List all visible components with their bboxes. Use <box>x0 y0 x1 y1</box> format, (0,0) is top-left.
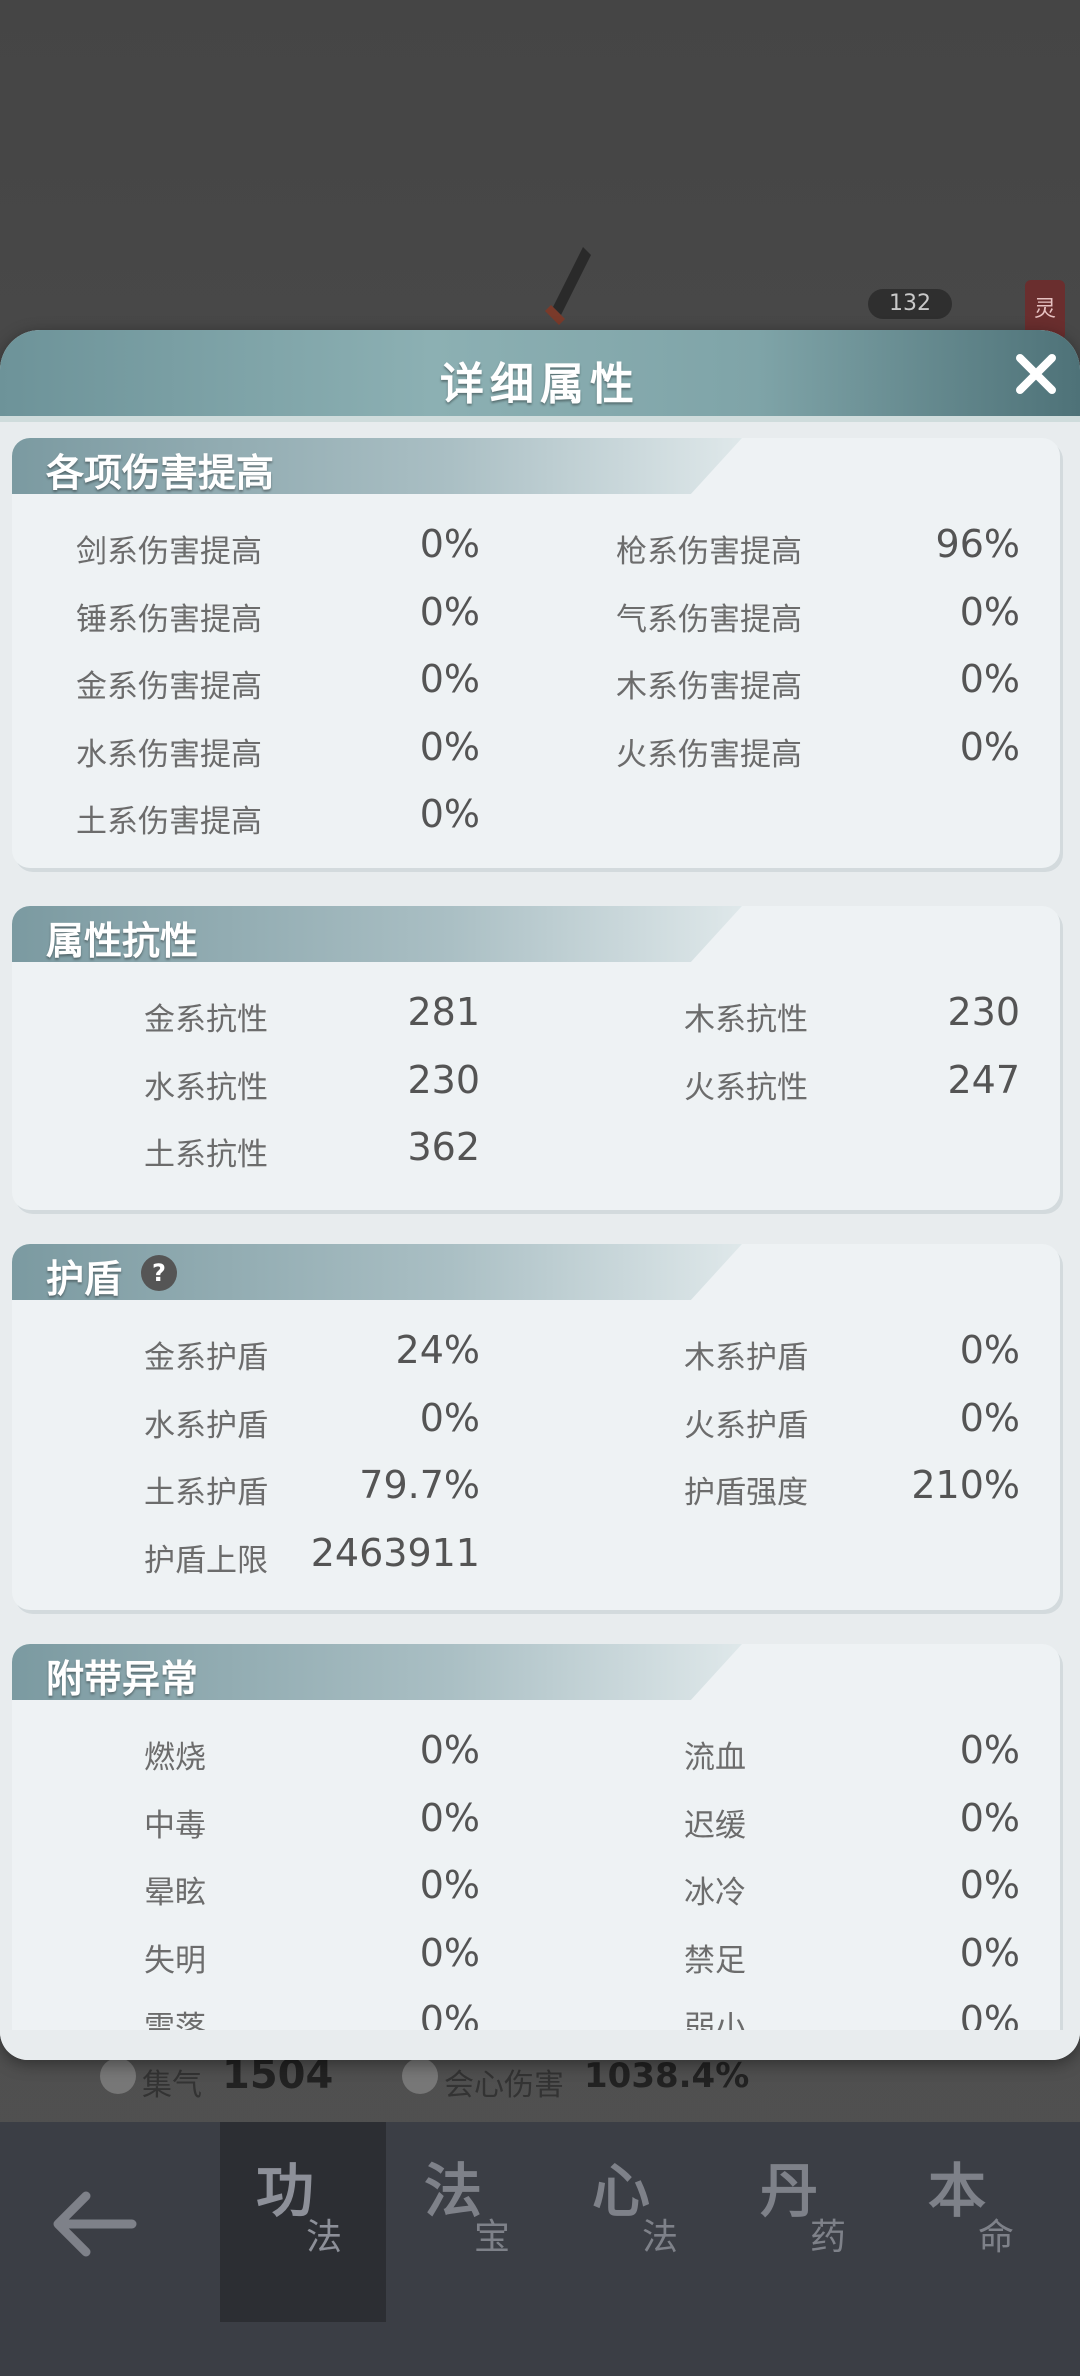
svg-text:?: ? <box>152 1259 166 1287</box>
close-icon[interactable] <box>1012 350 1060 398</box>
attr-label-left: 雷落 <box>144 2010 206 2030</box>
bottom-nav: 功法法宝心法丹药本命 <box>0 2122 1080 2376</box>
attr-label-right: 弱小 <box>684 2010 746 2030</box>
attr-value-left: 0% <box>419 792 480 836</box>
nav-tab-sub-char: 命 <box>978 2217 1015 2258</box>
shield-section: 护盾? 金系护盾 24% 木系护盾 0% 水系护盾 0% 火系护盾 0% 土系护盾 79.7% 护盾强… <box>12 1244 1060 1610</box>
attr-value-right: 96% <box>935 522 1020 566</box>
attr-value-right: 0% <box>959 1795 1020 1840</box>
attr-value-right: 0% <box>959 1863 1020 1907</box>
attr-label-left: 燃烧 <box>144 1740 206 1776</box>
nav-tab-sub-char: 药 <box>810 2217 847 2258</box>
attr-label-left: 锤系伤害提高 <box>76 601 262 638</box>
attr-value-left: 230 <box>407 1057 480 1102</box>
attr-label-left: 水系抗性 <box>144 1069 268 1106</box>
section-title: 护盾 <box>46 1257 123 1301</box>
qi-icon <box>100 2058 136 2094</box>
nav-tab-2[interactable]: 心法 <box>556 2122 722 2322</box>
help-icon[interactable]: ? <box>140 1254 178 1292</box>
attr-label-right: 火系伤害提高 <box>616 736 802 773</box>
attr-label-left: 土系护盾 <box>144 1475 268 1511</box>
attr-value-right: 0% <box>959 1395 1020 1440</box>
nav-tab-sub-char: 宝 <box>474 2217 511 2258</box>
attr-label-right: 枪系伤害提高 <box>616 534 802 570</box>
attr-value-right: 0% <box>959 1998 1020 2030</box>
attr-label-left: 金系护盾 <box>144 1340 268 1376</box>
peek-left-label: 集气 <box>142 2068 202 2103</box>
section-title: 各项伤害提高 <box>46 451 275 495</box>
dialog-footer <box>0 2030 1080 2060</box>
attr-label-left: 晕眩 <box>144 1875 206 1911</box>
attr-label-right: 冰冷 <box>684 1875 746 1911</box>
attr-label-right: 流血 <box>684 1740 746 1776</box>
nav-tab-sub-char: 法 <box>642 2217 679 2258</box>
damage-boost-section: 各项伤害提高剑系伤害提高 0% 枪系伤害提高 96% 锤系伤害提高 0% 气系伤害提高 0% 金… <box>12 438 1060 868</box>
attr-label-right: 禁足 <box>684 1942 746 1979</box>
nav-tab-4[interactable]: 本命 <box>892 2122 1058 2322</box>
attr-value-right: 0% <box>959 724 1020 769</box>
attr-value-left: 281 <box>407 990 480 1034</box>
attr-label-right: 木系抗性 <box>684 1002 808 1038</box>
nav-tab-0[interactable]: 功法 <box>220 2122 386 2322</box>
crit-icon <box>402 2058 438 2094</box>
nav-tab-3[interactable]: 丹药 <box>724 2122 890 2322</box>
back-arrow-icon[interactable] <box>48 2184 138 2264</box>
attr-value-left: 0% <box>419 724 480 769</box>
attr-label-right: 木系护盾 <box>684 1340 808 1376</box>
attr-label-right: 木系伤害提高 <box>616 669 802 705</box>
attr-value-right: 0% <box>959 1728 1020 1772</box>
attr-value-left: 0% <box>419 657 480 701</box>
attr-value-left: 0% <box>419 1395 480 1440</box>
attr-value-left: 2463911 <box>310 1530 480 1575</box>
section-title: 属性抗性 <box>46 919 199 963</box>
attr-value-left: 0% <box>419 522 480 566</box>
attr-value-left: 0% <box>419 1863 480 1907</box>
attr-value-right: 247 <box>947 1057 1020 1102</box>
dialog-title: 详细属性 <box>440 359 640 410</box>
attr-label-right: 护盾强度 <box>684 1475 808 1511</box>
attr-value-left: 362 <box>407 1125 480 1169</box>
attr-value-left: 0% <box>419 1728 480 1772</box>
attr-value-left: 24% <box>395 1328 480 1372</box>
attr-label-left: 中毒 <box>144 1807 206 1844</box>
attr-label-left: 护盾上限 <box>144 1542 268 1579</box>
attr-label-left: 失明 <box>144 1942 206 1979</box>
attr-value-right: 0% <box>959 1328 1020 1372</box>
section-title: 附带异常 <box>46 1657 199 1701</box>
attr-value-left: 79.7% <box>359 1463 480 1507</box>
attr-label-left: 金系抗性 <box>144 1002 268 1038</box>
attr-label-left: 水系伤害提高 <box>76 736 262 773</box>
attr-value-left: 0% <box>419 1998 480 2030</box>
attr-label-right: 火系抗性 <box>684 1069 808 1106</box>
attr-label-right: 气系伤害提高 <box>616 601 802 638</box>
level-badge: 132 <box>868 289 952 319</box>
attr-label-right: 火系护盾 <box>684 1407 808 1444</box>
attr-label-left: 剑系伤害提高 <box>76 534 262 570</box>
attr-value-right: 230 <box>947 990 1020 1034</box>
attr-value-left: 0% <box>419 1795 480 1840</box>
status-effects-section: 附带异常燃烧 0% 流血 0% 中毒 0% 迟缓 0% 晕眩 0% 冰冷 0% 失明 0% 禁足 0% 雷落 0%… <box>12 1644 1060 2030</box>
attr-label-left: 金系伤害提高 <box>76 669 262 705</box>
nav-tab-1[interactable]: 法宝 <box>388 2122 554 2322</box>
attr-label-right: 迟缓 <box>684 1807 746 1844</box>
weapon-icon <box>545 247 591 325</box>
attr-label-left: 土系抗性 <box>144 1137 268 1173</box>
nav-tab-sub-char: 法 <box>306 2217 343 2258</box>
detail-attributes-dialog: 详细属性 各项伤害提高剑系伤害提高 0% 枪系伤害提高 96% 锤系伤害提高 0% 气系伤害… <box>0 330 1080 2060</box>
attr-label-left: 土系伤害提高 <box>76 804 262 840</box>
attr-value-right: 0% <box>959 1930 1020 1975</box>
attr-value-right: 0% <box>959 589 1020 634</box>
attr-label-left: 水系护盾 <box>144 1407 268 1444</box>
attr-value-left: 0% <box>419 589 480 634</box>
attributes-scroll-area[interactable]: 各项伤害提高剑系伤害提高 0% 枪系伤害提高 96% 锤系伤害提高 0% 气系伤害提高 0% 金… <box>0 422 1080 2030</box>
peek-right-label: 会心伤害 <box>444 2068 564 2103</box>
attr-value-right: 210% <box>911 1463 1020 1507</box>
dialog-header: 详细属性 <box>0 330 1080 422</box>
peek-right-value: 1038.4% <box>584 2056 750 2096</box>
resistance-section: 属性抗性金系抗性 281 木系抗性 230 水系抗性 230 火系抗性 247 土系抗性 362 <box>12 906 1060 1210</box>
attr-value-right: 0% <box>959 657 1020 701</box>
attr-value-left: 0% <box>419 1930 480 1975</box>
